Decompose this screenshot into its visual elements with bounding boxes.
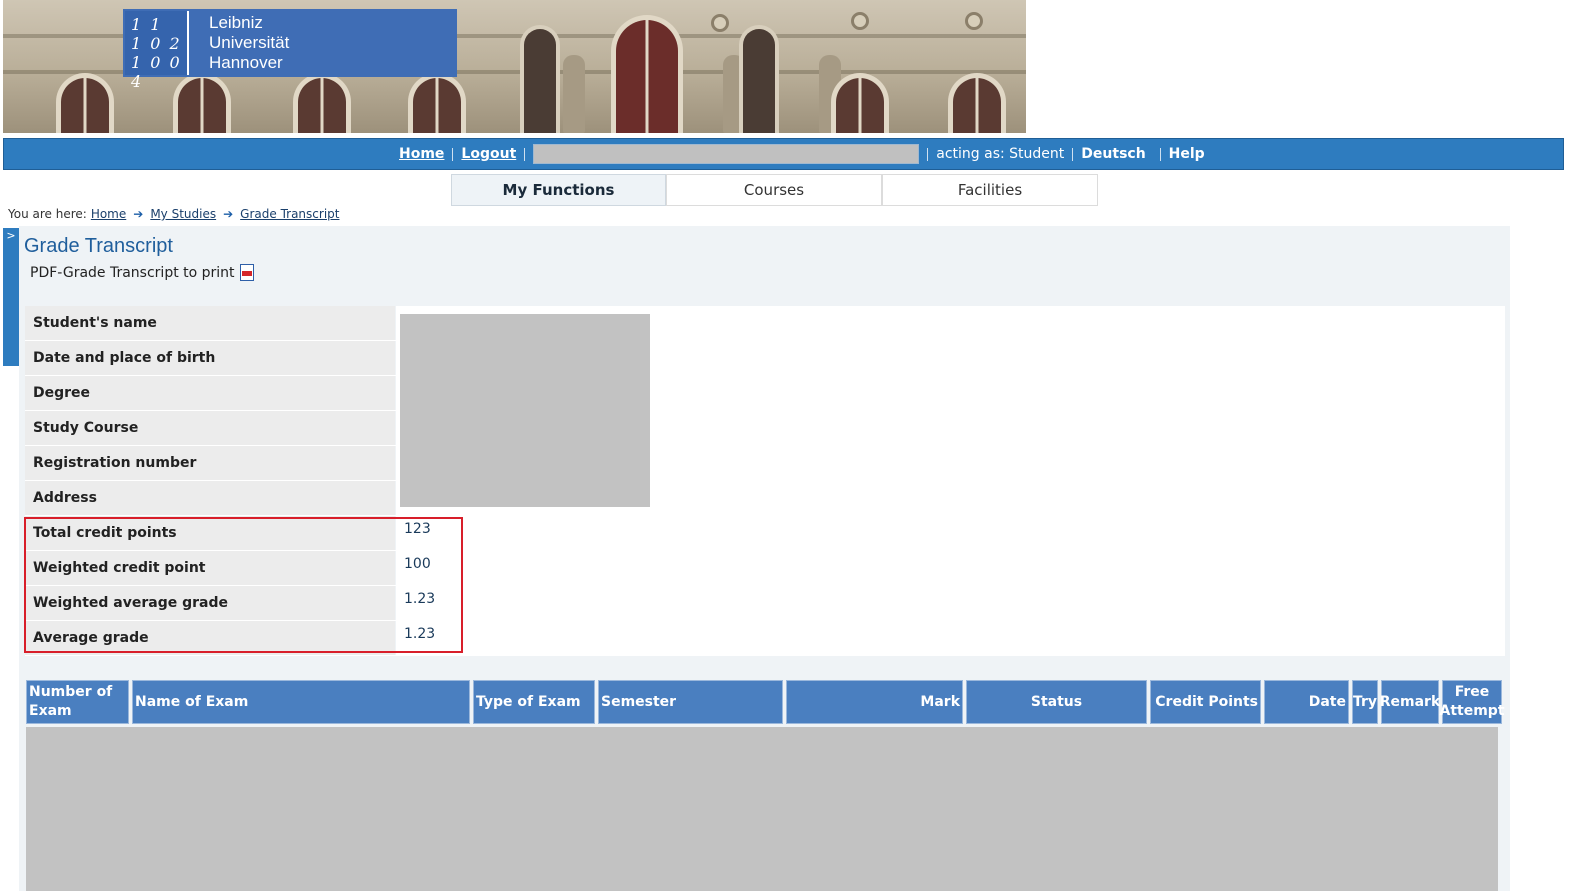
nav-divider: [452, 147, 454, 161]
tab-facilities[interactable]: Facilities: [882, 174, 1098, 206]
pdf-link-label[interactable]: PDF-Grade Transcript to print: [30, 265, 235, 281]
info-row: Address: [25, 481, 1505, 516]
info-label: Study Course: [25, 411, 395, 445]
total-credit-points-value: 123: [396, 516, 1505, 550]
column-header-try[interactable]: Try: [1352, 680, 1378, 724]
weighted-average-grade-value: 1.23: [396, 586, 1505, 620]
column-header-credit-points[interactable]: Credit Points: [1150, 680, 1261, 724]
info-label: Address: [25, 481, 395, 515]
breadcrumb-prefix: You are here:: [8, 207, 87, 221]
breadcrumb-grade-transcript[interactable]: Grade Transcript: [240, 207, 339, 221]
exam-table-header: Number of Exam Name of Exam Type of Exam…: [26, 680, 1505, 724]
info-row: Degree: [25, 376, 1505, 411]
top-nav-bar: Home Logout acting as: Student Deutsch H…: [3, 138, 1564, 170]
info-row: Study Course: [25, 411, 1505, 446]
logo-mark-line: 1 0 2: [131, 34, 182, 53]
logo-name-line: Hannover: [209, 53, 283, 72]
page-title: Grade Transcript: [24, 235, 173, 257]
content-panel: Grade Transcript PDF-Grade Transcript to…: [19, 226, 1510, 891]
redacted-user-info: [533, 144, 920, 164]
help-link[interactable]: Help: [1169, 146, 1205, 162]
column-header-free-attempt[interactable]: Free Attempt: [1440, 680, 1505, 724]
logo-mark-line: 1 0 0 4: [131, 53, 182, 91]
column-header-type-of-exam[interactable]: Type of Exam: [473, 680, 595, 724]
tab-courses[interactable]: Courses: [666, 174, 882, 206]
column-header-name-of-exam[interactable]: Name of Exam: [132, 680, 470, 724]
header-banner: 1 1 1 0 2 1 0 0 4 Leibniz Universität Ha…: [3, 0, 1026, 133]
nav-divider: [1072, 147, 1074, 161]
pdf-icon[interactable]: [239, 264, 254, 281]
info-label: Degree: [25, 376, 395, 410]
column-header-mark[interactable]: Mark: [786, 680, 963, 724]
logo-name: Leibniz Universität Hannover: [209, 13, 289, 73]
column-header-number-of-exam[interactable]: Number of Exam: [26, 680, 129, 724]
redacted-personal-data: [400, 314, 650, 507]
redacted-exam-rows: [26, 727, 1498, 891]
arrow-right-icon: ➔: [133, 207, 144, 221]
pdf-transcript-link[interactable]: PDF-Grade Transcript to print: [30, 264, 254, 281]
logout-link[interactable]: Logout: [461, 146, 516, 162]
university-logo[interactable]: 1 1 1 0 2 1 0 0 4 Leibniz Universität Ha…: [123, 9, 457, 91]
info-label: Date and place of birth: [25, 341, 395, 375]
nav-divider: [927, 147, 929, 161]
breadcrumb-home[interactable]: Home: [91, 207, 126, 221]
column-header-semester[interactable]: Semester: [598, 680, 783, 724]
logo-mark-line: 1 1: [131, 15, 163, 34]
column-header-date[interactable]: Date: [1264, 680, 1349, 724]
home-link[interactable]: Home: [399, 146, 444, 162]
info-row: Registration number: [25, 446, 1505, 481]
info-label: Registration number: [25, 446, 395, 480]
breadcrumb: You are here: Home ➔ My Studies ➔ Grade …: [8, 207, 339, 221]
language-switch-link[interactable]: Deutsch: [1081, 146, 1145, 162]
nav-divider: [1159, 147, 1161, 161]
breadcrumb-my-studies[interactable]: My Studies: [150, 207, 216, 221]
sidebar-toggle-button[interactable]: >: [3, 228, 19, 366]
average-grade-value: 1.23: [396, 621, 1505, 655]
logo-mark: 1 1 1 0 2 1 0 0 4: [125, 11, 189, 91]
info-row: Student's name: [25, 306, 1505, 341]
column-header-status[interactable]: Status: [966, 680, 1147, 724]
logo-name-line: Leibniz: [209, 13, 263, 32]
acting-as-role[interactable]: acting as: Student: [936, 146, 1064, 162]
info-row: Date and place of birth: [25, 341, 1505, 376]
logo-name-line: Universität: [209, 33, 290, 52]
info-label: Student's name: [25, 306, 395, 340]
grade-summary-highlight: [24, 517, 463, 653]
arrow-right-icon: ➔: [223, 207, 234, 221]
column-header-remark[interactable]: Remark: [1380, 680, 1440, 724]
nav-divider: [524, 147, 526, 161]
tab-my-functions[interactable]: My Functions: [451, 174, 666, 206]
weighted-credit-point-value: 100: [396, 551, 1505, 585]
main-tabs: My Functions Courses Facilities: [451, 174, 1098, 206]
